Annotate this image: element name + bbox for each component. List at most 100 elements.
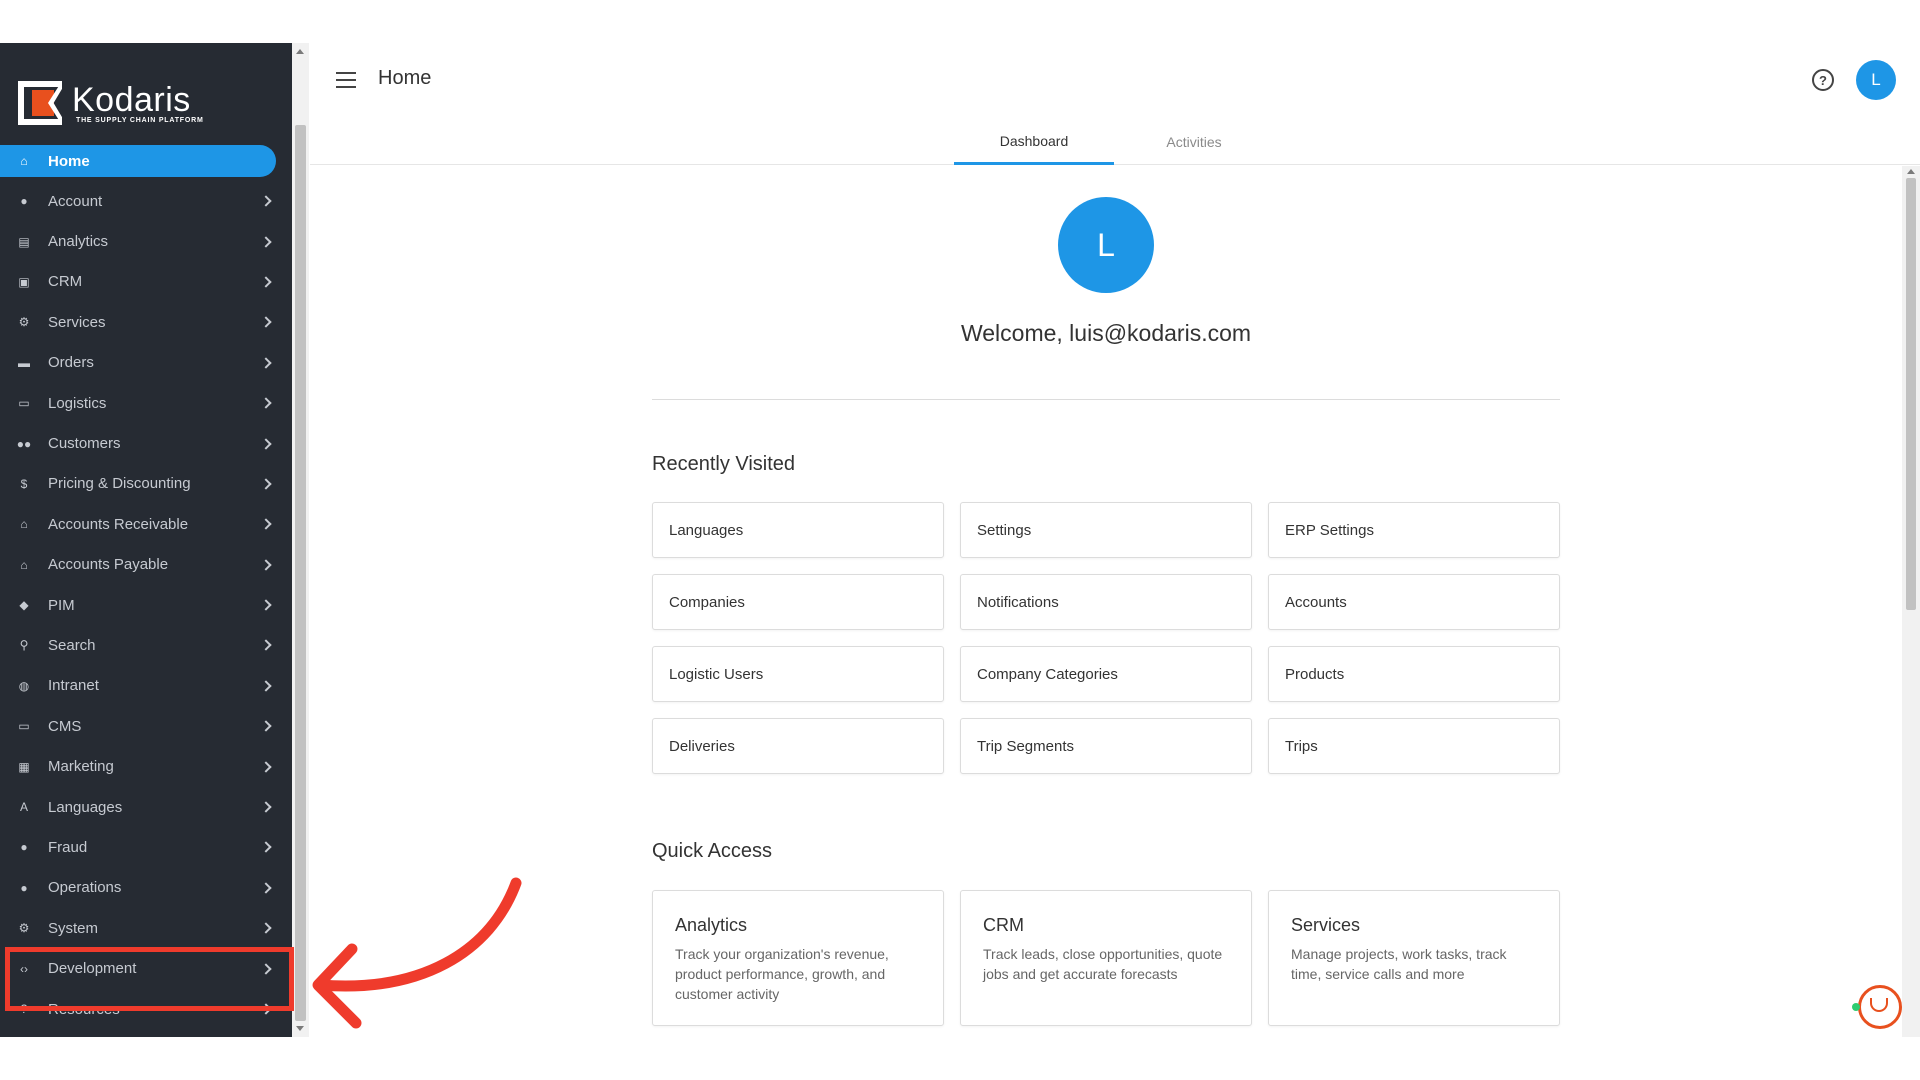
operations-icon: ● [20, 880, 28, 895]
chevron-right-icon [260, 559, 272, 571]
tab-dashboard[interactable]: Dashboard [954, 119, 1114, 165]
contact-card-icon: ▣ [18, 274, 30, 289]
sidebar-item-label: System [48, 919, 99, 937]
alert-icon: ● [20, 840, 28, 855]
chevron-right-icon [260, 599, 272, 611]
sidebar-item-label: Marketing [48, 758, 114, 776]
user-icon: ● [20, 194, 28, 209]
recent-link-companies[interactable]: Companies [652, 574, 944, 630]
bank-icon: ⌂ [20, 517, 28, 532]
sidebar-item-languages[interactable]: A Languages [0, 787, 292, 827]
recent-link-logistic-users[interactable]: Logistic Users [652, 646, 944, 702]
sidebar-item-orders[interactable]: ▬ Orders [0, 343, 292, 383]
tag-icon: ◆ [19, 598, 29, 613]
chevron-right-icon [260, 720, 272, 732]
window-icon: ▭ [18, 719, 30, 734]
content-scrollbar[interactable] [1902, 166, 1920, 1037]
help-icon[interactable]: ? [1812, 69, 1834, 91]
sidebar-item-marketing[interactable]: ▦ Marketing [0, 746, 292, 786]
chevron-right-icon [260, 397, 272, 409]
dashboard-content: L Welcome, luis@kodaris.com Recently Vis… [310, 166, 1902, 1037]
recent-link-company-categories[interactable]: Company Categories [960, 646, 1252, 702]
sidebar-item-label: Customers [48, 435, 121, 453]
main-area: Home ? L Dashboard Activities L Welcome,… [310, 43, 1920, 1037]
quick-access-card-title: Services [1291, 915, 1361, 935]
recent-link-accounts[interactable]: Accounts [1268, 574, 1560, 630]
chevron-right-icon [260, 316, 272, 329]
sidebar-item-pim[interactable]: ◆ PIM [0, 585, 292, 625]
quick-access-analytics[interactable]: Analytics Track your organization's reve… [652, 890, 944, 1026]
sidebar-item-label: Logistics [48, 394, 107, 412]
sidebar-item-crm[interactable]: ▣ CRM [0, 262, 292, 302]
chevron-right-icon [260, 357, 272, 369]
gear-icon: ⚙ [18, 921, 30, 936]
sidebar-item-fraud[interactable]: ● Fraud [0, 827, 292, 867]
sidebar-item-cms[interactable]: ▭ CMS [0, 706, 292, 746]
sidebar-item-accounts-payable[interactable]: ⌂ Accounts Payable [0, 545, 292, 585]
sidebar-item-label: Operations [48, 879, 122, 897]
user-avatar[interactable]: L [1856, 60, 1896, 100]
recent-link-deliveries[interactable]: Deliveries [652, 718, 944, 774]
sidebar-item-label: Accounts Receivable [48, 515, 189, 533]
people-icon: ●● [16, 436, 32, 451]
sidebar-item-home[interactable]: ⌂ Home [0, 145, 276, 177]
dollar-icon: $ [20, 476, 28, 491]
recently-visited-title: Recently Visited [652, 453, 796, 475]
tab-activities[interactable]: Activities [1114, 119, 1274, 165]
page-title: Home [378, 67, 432, 89]
quick-access-card-title: Analytics [675, 915, 748, 935]
menu-icon[interactable] [336, 72, 356, 88]
chat-support-icon[interactable] [1852, 985, 1902, 1029]
sidebar-nav: ⌂ Home ● Account ▤ Analytics ▣ CRM ⚙ Ser… [0, 145, 292, 1029]
recent-link-erp-settings[interactable]: ERP Settings [1268, 502, 1560, 558]
recent-link-trip-segments[interactable]: Trip Segments [960, 718, 1252, 774]
quick-access-card-description: Track leads, close opportunities, quote … [983, 946, 1223, 982]
chevron-right-icon [260, 518, 272, 530]
translate-icon: A [19, 800, 28, 815]
scroll-up-arrow-icon[interactable] [296, 49, 304, 54]
sidebar-item-account[interactable]: ● Account [0, 181, 292, 221]
sidebar-item-pricing-discounting[interactable]: $ Pricing & Discounting [0, 464, 292, 504]
chevron-right-icon [260, 639, 272, 652]
online-status-dot [1852, 1003, 1860, 1011]
recent-link-trips[interactable]: Trips [1268, 718, 1560, 774]
truck-icon: ▬ [18, 355, 30, 370]
chevron-right-icon [260, 276, 272, 288]
sidebar-item-services[interactable]: ⚙ Services [0, 302, 292, 342]
tab-bar: Dashboard Activities [954, 119, 1274, 165]
scroll-up-arrow-icon[interactable] [1907, 169, 1915, 174]
content-scroll-thumb[interactable] [1906, 178, 1916, 610]
recent-link-products[interactable]: Products [1268, 646, 1560, 702]
quick-access-crm[interactable]: CRM Track leads, close opportunities, qu… [960, 890, 1252, 1026]
sidebar-item-operations[interactable]: ● Operations [0, 868, 292, 908]
delivery-icon: ▭ [18, 396, 30, 411]
annotation-arrow-icon [312, 877, 522, 1029]
sidebar-item-logistics[interactable]: ▭ Logistics [0, 383, 292, 423]
recent-link-languages[interactable]: Languages [652, 502, 944, 558]
sidebar-item-search[interactable]: ⚲ Search [0, 625, 292, 665]
sidebar-item-customers[interactable]: ●● Customers [0, 423, 292, 463]
quick-access-grid: Analytics Track your organization's reve… [652, 890, 1560, 1026]
top-bar: Home ? L Dashboard Activities [310, 43, 1920, 165]
quick-access-title: Quick Access [652, 840, 773, 862]
sidebar-item-label: CRM [48, 273, 83, 291]
sidebar-item-analytics[interactable]: ▤ Analytics [0, 221, 292, 261]
quick-access-card-description: Manage projects, work tasks, track time,… [1291, 946, 1507, 982]
sidebar-item-system[interactable]: ⚙ System [0, 908, 292, 948]
sidebar-item-label: CMS [48, 717, 82, 735]
divider [652, 399, 1560, 400]
gears-icon: ⚙ [18, 315, 30, 330]
sidebar-item-label: PIM [48, 596, 75, 614]
sidebar-item-label: Account [48, 192, 103, 210]
sidebar-item-intranet[interactable]: ◍ Intranet [0, 666, 292, 706]
brand-name: Kodaris [72, 81, 191, 119]
chevron-right-icon [260, 195, 272, 207]
recent-link-settings[interactable]: Settings [960, 502, 1252, 558]
sidebar-item-accounts-receivable[interactable]: ⌂ Accounts Receivable [0, 504, 292, 544]
kodaris-logo[interactable]: Kodaris THE SUPPLY CHAIN PLATFORM [18, 79, 204, 127]
sidebar-item-label: Services [48, 313, 106, 331]
search-icon: ⚲ [19, 638, 29, 653]
sidebar-item-label: Accounts Payable [48, 556, 169, 574]
quick-access-services[interactable]: Services Manage projects, work tasks, tr… [1268, 890, 1560, 1026]
recent-link-notifications[interactable]: Notifications [960, 574, 1252, 630]
